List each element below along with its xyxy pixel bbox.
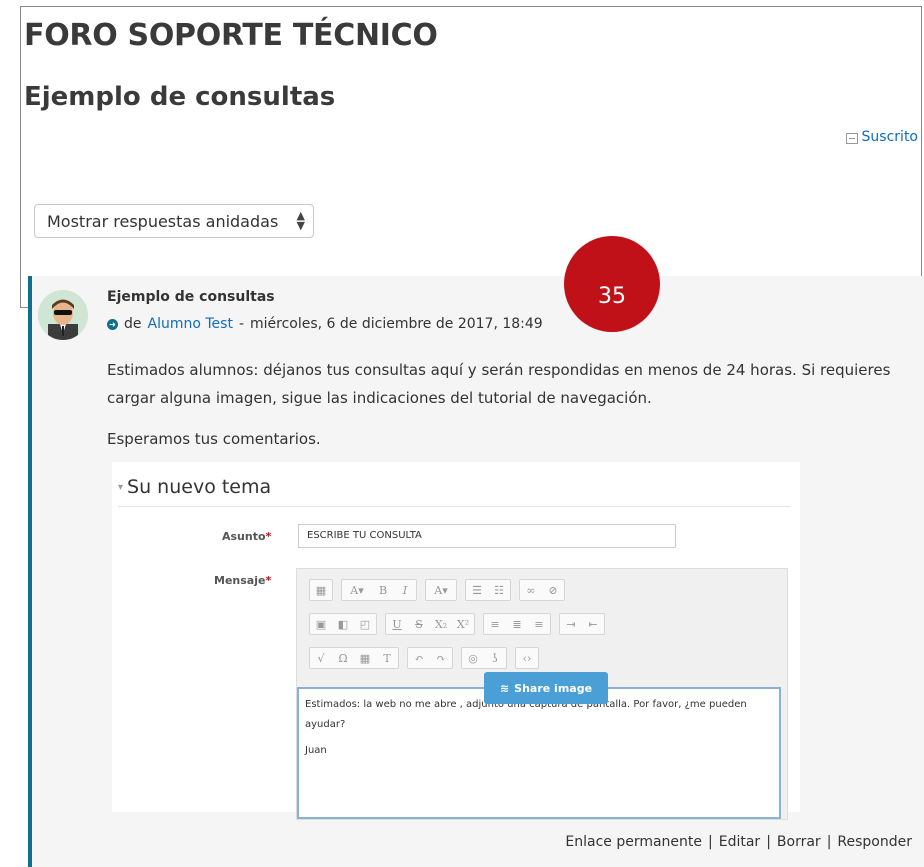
required-mark: * xyxy=(265,574,272,587)
message-editor-area[interactable]: Estimados: la web no me abre , adjunto u… xyxy=(297,687,781,819)
form-legend: ▾ Su nuevo tema xyxy=(118,476,271,498)
numbered-list-icon[interactable]: ☷ xyxy=(488,580,510,600)
post-subject: Ejemplo de consultas xyxy=(107,289,275,305)
separator: | xyxy=(826,834,832,850)
font-style-icon[interactable]: A▾ xyxy=(342,580,372,600)
html-icon[interactable]: ‹› xyxy=(516,648,538,668)
table-icon[interactable]: ▦ xyxy=(354,648,376,668)
align-left-icon[interactable]: ≡ xyxy=(484,614,506,634)
outdent-icon[interactable]: ⇤ xyxy=(582,614,604,634)
align-center-icon[interactable]: ≣ xyxy=(506,614,528,634)
date-separator: - xyxy=(238,316,244,332)
permalink-link[interactable]: Enlace permanente xyxy=(565,834,702,850)
subject-input[interactable]: ESCRIBE TU CONSULTA xyxy=(298,524,676,548)
by-prefix: de xyxy=(124,316,142,332)
strikethrough-icon[interactable]: S xyxy=(408,614,430,634)
checkbox-icon xyxy=(845,132,858,144)
post-actions: Enlace permanente | Editar | Borrar | Re… xyxy=(565,834,912,850)
message-label: Mensaje* xyxy=(214,574,271,587)
forum-title: FORO SOPORTE TÉCNICO xyxy=(24,18,438,53)
share-image-label: Share image xyxy=(514,681,593,695)
post-byline: ➜ de Alumno Test - miércoles, 6 de dicie… xyxy=(107,316,543,332)
image-icon[interactable]: ▣ xyxy=(310,614,332,634)
post-body: Estimados alumnos: déjanos tus consultas… xyxy=(107,356,907,466)
discussion-title: Ejemplo de consultas xyxy=(24,82,336,112)
file-icon[interactable]: ◰ xyxy=(354,614,376,634)
subscript-icon[interactable]: X₂ xyxy=(430,614,452,634)
subscription-toggle[interactable]: Suscrito xyxy=(845,129,918,145)
separator: | xyxy=(766,834,771,850)
spellcheck-icon[interactable]: ʖ xyxy=(484,648,506,668)
layers-icon: ≋ xyxy=(499,681,510,695)
form-legend-text: Su nuevo tema xyxy=(127,476,272,498)
special-char-icon[interactable]: Ω xyxy=(332,648,354,668)
align-right-icon[interactable]: ≡ xyxy=(528,614,550,634)
display-mode-select[interactable]: Mostrar respuestas anidadas ▲ ▼ xyxy=(34,204,314,238)
bullet-list-icon[interactable]: ☰ xyxy=(466,580,488,600)
subscribed-label: Suscrito xyxy=(861,129,918,145)
editor-toolbar-row: ▣ ◧ ◰ U S X₂ X² ≡ ≣ ≡ ⇥ ⇤ xyxy=(309,613,605,635)
italic-icon[interactable]: I xyxy=(394,580,416,600)
arrow-circle-icon: ➜ xyxy=(107,318,118,330)
unlink-icon[interactable]: ⊘ xyxy=(542,580,564,600)
number-badge: 35 xyxy=(564,236,660,332)
post-date: miércoles, 6 de diciembre de 2017, 18:49 xyxy=(250,316,543,332)
editor-toolbar-row: √ Ω ▦ T ↶ ↷ ◎ ʖ ‹› xyxy=(309,647,539,669)
message-line: Juan xyxy=(305,745,327,756)
clear-format-icon[interactable]: T xyxy=(376,648,398,668)
user-avatar-icon xyxy=(38,290,88,340)
post-paragraph: Estimados alumnos: déjanos tus consultas… xyxy=(107,361,891,407)
subject-label: Asunto* xyxy=(222,530,271,543)
display-mode-value: Mostrar respuestas anidadas xyxy=(47,212,279,231)
share-image-button[interactable]: ≋ Share image xyxy=(484,672,608,704)
author-link[interactable]: Alumno Test xyxy=(148,316,233,332)
post-paragraph: Esperamos tus comentarios. xyxy=(107,430,321,448)
editor-toolbar-row: ▦ A▾ B I A▾ ☰ ☷ ∞ ⊘ xyxy=(309,579,565,601)
indent-icon[interactable]: ⇥ xyxy=(560,614,582,634)
undo-icon[interactable]: ↶ xyxy=(408,648,430,668)
collapse-icon: ▾ xyxy=(118,482,124,493)
avatar xyxy=(38,290,88,340)
edit-link[interactable]: Editar xyxy=(719,834,760,850)
media-icon[interactable]: ◧ xyxy=(332,614,354,634)
superscript-icon[interactable]: X² xyxy=(452,614,474,634)
redo-icon[interactable]: ↷ xyxy=(430,648,452,668)
link-icon[interactable]: ∞ xyxy=(520,580,542,600)
divider xyxy=(118,506,790,507)
delete-link[interactable]: Borrar xyxy=(777,834,821,850)
toolbar-toggle-icon[interactable]: ▦ xyxy=(310,580,332,600)
accessibility-icon[interactable]: ◎ xyxy=(462,648,484,668)
subject-label-text: Asunto xyxy=(222,530,266,543)
underline-icon[interactable]: U xyxy=(386,614,408,634)
select-arrows-icon: ▲ ▼ xyxy=(296,209,305,232)
text-color-icon[interactable]: A▾ xyxy=(426,580,456,600)
separator: | xyxy=(708,834,713,850)
reply-link[interactable]: Responder xyxy=(837,834,912,850)
equation-icon[interactable]: √ xyxy=(310,648,332,668)
bold-icon[interactable]: B xyxy=(372,580,394,600)
message-label-text: Mensaje xyxy=(214,574,266,587)
embedded-screenshot: ▾ Su nuevo tema Asunto* ESCRIBE TU CONSUL… xyxy=(112,462,800,820)
required-mark: * xyxy=(265,530,272,543)
